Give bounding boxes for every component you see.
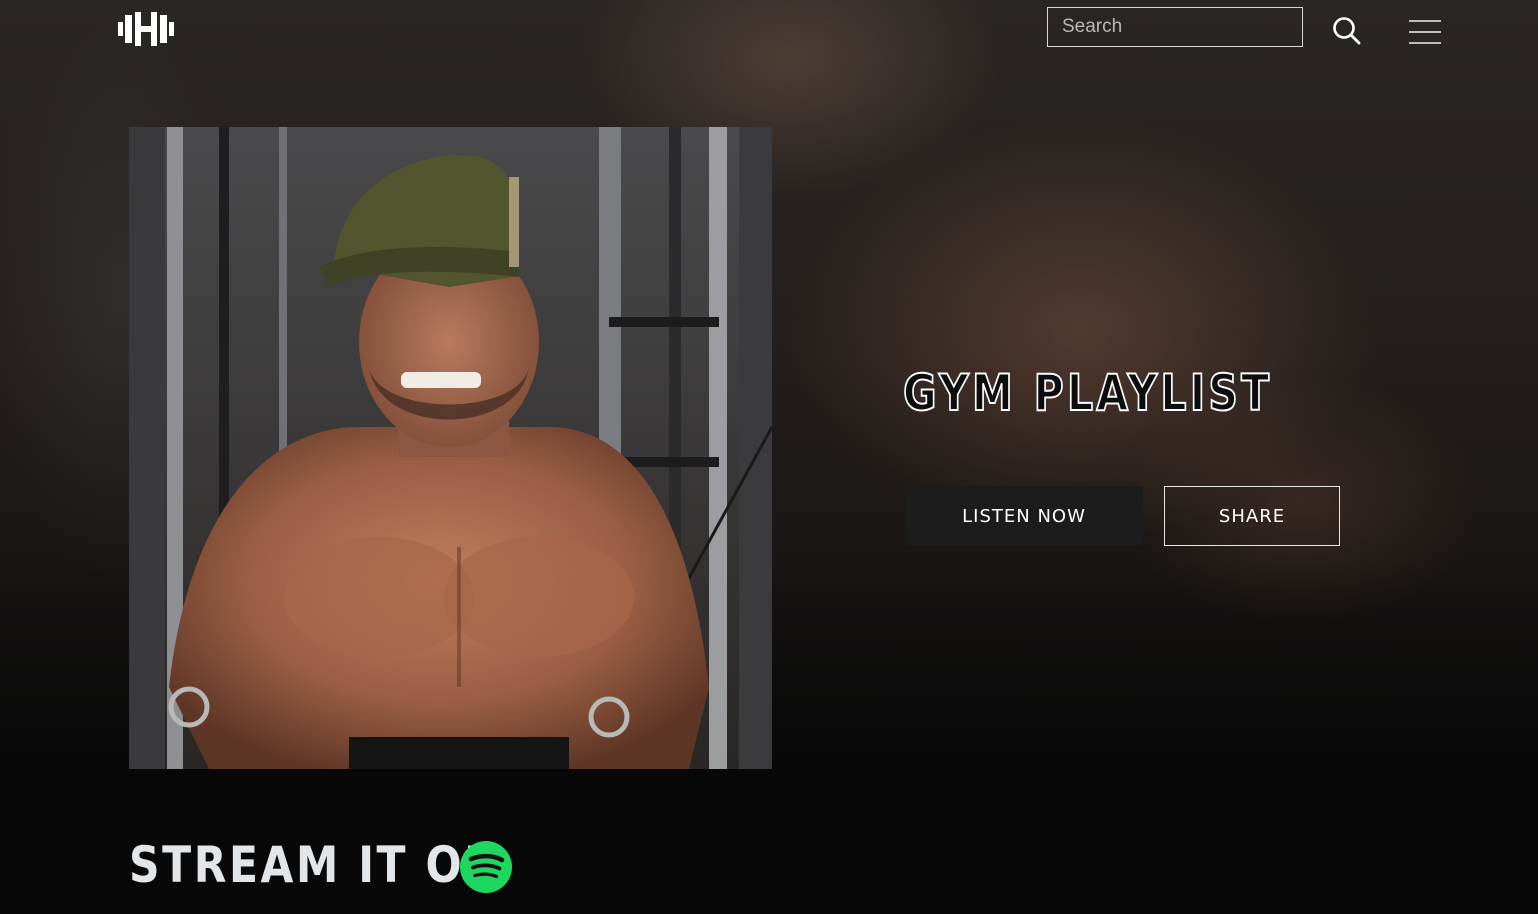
stream-it-on-heading: STREAM IT ON	[129, 836, 503, 894]
dumbbell-h-icon[interactable]	[118, 10, 174, 48]
album-art-image	[129, 127, 772, 769]
playlist-title: GYM PLAYLIST	[902, 363, 1273, 423]
search-input[interactable]	[1047, 7, 1303, 47]
share-button[interactable]: SHARE	[1164, 486, 1340, 546]
search-icon[interactable]	[1330, 14, 1362, 46]
listen-now-button[interactable]: LISTEN NOW	[905, 486, 1143, 546]
spotify-icon[interactable]	[459, 840, 513, 894]
hamburger-menu-icon[interactable]	[1409, 18, 1441, 46]
page: GYM PLAYLIST LISTEN NOW SHARE STREAM IT …	[0, 0, 1538, 914]
